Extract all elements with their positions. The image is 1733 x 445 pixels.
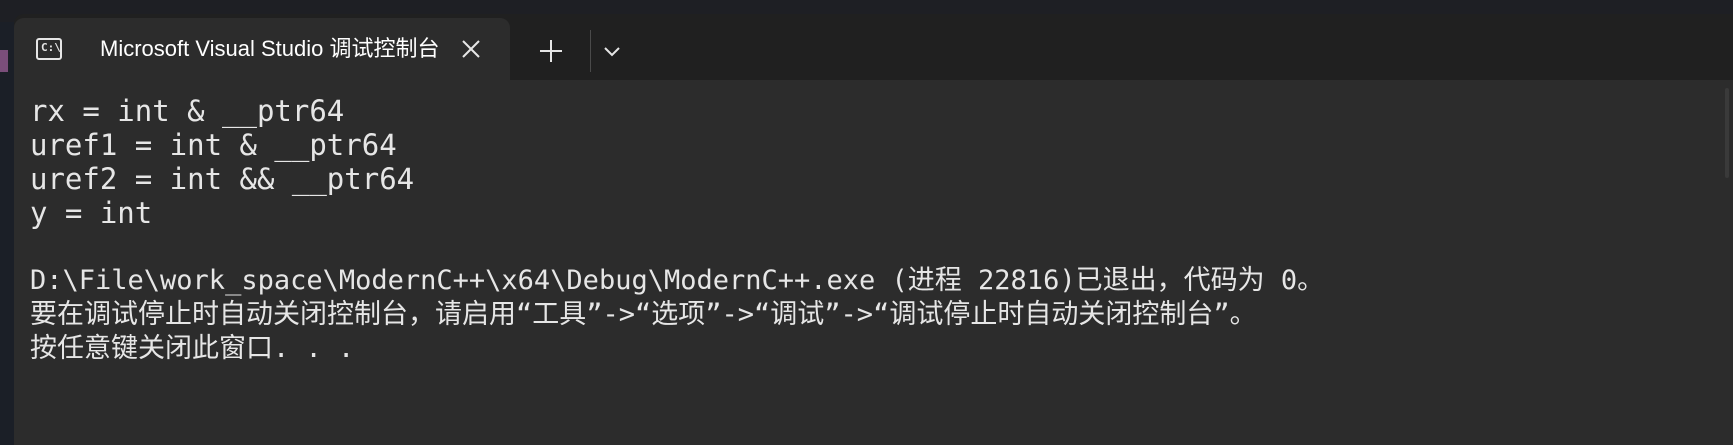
output-line: y = int bbox=[30, 196, 153, 230]
output-line: uref1 = int & __ptr64 bbox=[30, 128, 397, 162]
close-icon[interactable] bbox=[458, 36, 484, 62]
terminal-window: C:\ Microsoft Visual Studio 调试控制台 rx = i… bbox=[0, 0, 1733, 445]
tab-separator bbox=[590, 30, 591, 72]
chevron-down-icon[interactable] bbox=[596, 36, 628, 68]
output-line: 按任意键关闭此窗口. . . bbox=[30, 333, 355, 364]
tab-debug-console[interactable]: C:\ Microsoft Visual Studio 调试控制台 bbox=[14, 18, 510, 80]
tab-title: Microsoft Visual Studio 调试控制台 bbox=[100, 36, 440, 61]
output-line: rx = int & __ptr64 bbox=[30, 94, 345, 128]
plus-icon[interactable] bbox=[534, 34, 568, 68]
terminal-output[interactable]: rx = int & __ptr64 uref1 = int & __ptr64… bbox=[14, 80, 1733, 445]
output-line: D:\File\work_space\ModernC++\x64\Debug\M… bbox=[30, 265, 1325, 296]
scrollbar[interactable] bbox=[1725, 88, 1729, 178]
output-line: 要在调试停止时自动关闭控制台，请启用“工具”->“选项”->“调试”->“调试停… bbox=[30, 299, 1257, 330]
output-line: uref2 = int && __ptr64 bbox=[30, 162, 415, 196]
terminal-icon: C:\ bbox=[36, 38, 62, 60]
